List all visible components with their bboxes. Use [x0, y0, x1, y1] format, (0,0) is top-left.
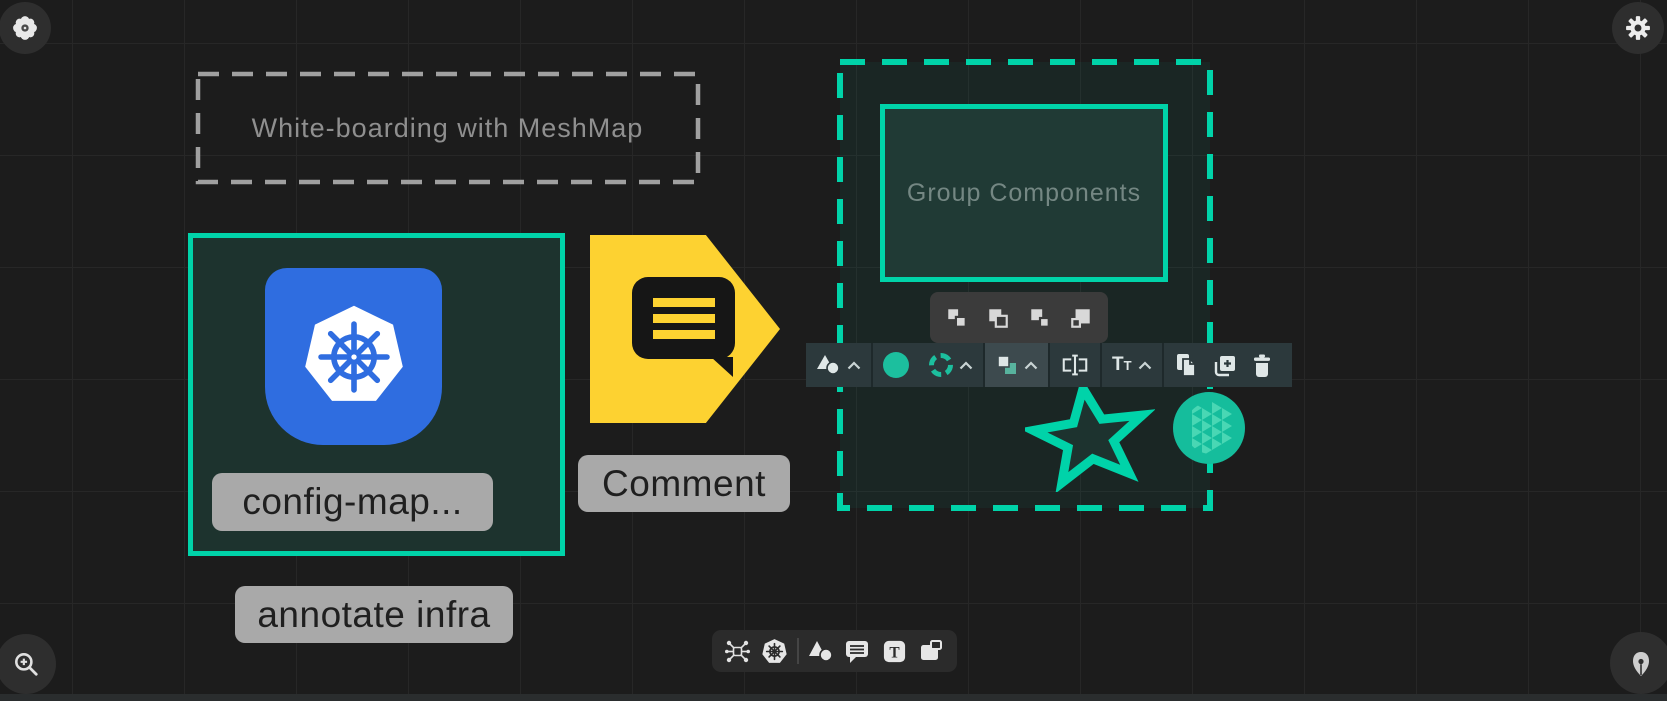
- text-style-section: T T: [1100, 343, 1162, 387]
- style-section: [871, 343, 983, 387]
- gear-icon: [1625, 15, 1651, 41]
- delete-button[interactable]: [1251, 353, 1273, 378]
- dock-separator: [797, 638, 799, 664]
- zoom-in-icon: [12, 650, 40, 678]
- ungroup-icon: [986, 306, 1010, 330]
- meshery-logo-icon: [12, 15, 38, 41]
- bring-forward-icon: [1028, 306, 1052, 330]
- kubernetes-wheel-icon: [761, 638, 788, 665]
- chevron-up-icon: [1024, 361, 1038, 370]
- send-backward-icon: [1069, 306, 1093, 330]
- horizontal-scrollbar[interactable]: [0, 694, 1667, 701]
- mesh-sync-button[interactable]: [723, 636, 753, 666]
- chevron-up-icon: [1138, 361, 1152, 370]
- star-shape[interactable]: [1025, 380, 1155, 492]
- annotation-text: annotate infra: [257, 594, 490, 636]
- resize-width-icon: [1060, 350, 1090, 380]
- chevron-up-icon: [959, 361, 973, 370]
- text-style-large-letter: T: [1112, 354, 1124, 376]
- text-tool-icon: T: [882, 639, 907, 664]
- settings-button[interactable]: [1612, 2, 1664, 54]
- group-button[interactable]: [942, 303, 972, 333]
- shape-picker-button[interactable]: [816, 354, 861, 376]
- group-arrange-button[interactable]: [995, 353, 1038, 377]
- zoom-button[interactable]: [0, 634, 56, 694]
- comment-node[interactable]: [590, 235, 780, 423]
- copy-icon: [1174, 352, 1198, 378]
- speech-bubble-icon: [632, 277, 735, 359]
- group-components-label: Group Components: [907, 179, 1141, 208]
- whiteboard-note[interactable]: White-boarding with MeshMap: [197, 73, 698, 183]
- shape-picker-section: [806, 343, 871, 387]
- group-icon: [945, 306, 969, 330]
- pen-nib-icon: [1627, 648, 1655, 678]
- comment-tool-icon: [844, 638, 870, 664]
- text-style-button[interactable]: T T: [1112, 354, 1132, 376]
- mesh-sync-icon: [724, 638, 751, 665]
- kubernetes-tool-button[interactable]: [760, 636, 790, 666]
- selection-toolbar: T T: [806, 343, 1292, 387]
- group-squares-icon: [995, 353, 1019, 377]
- meshery-menu-button[interactable]: [0, 2, 51, 54]
- whiteboard-note-label: White-boarding with MeshMap: [252, 113, 644, 144]
- send-backward-button[interactable]: [1066, 303, 1096, 333]
- edit-section: [1162, 343, 1283, 387]
- tool-dock: T: [712, 630, 957, 672]
- kubernetes-icon: [293, 296, 415, 418]
- copy-button[interactable]: [1174, 352, 1198, 378]
- shapes-tool-button[interactable]: [806, 636, 836, 666]
- kubernetes-node-name-label[interactable]: config-map...: [212, 473, 493, 531]
- chevron-up-icon: [847, 361, 861, 370]
- text-tool-letter: T: [889, 644, 900, 661]
- meshery-circle-shape[interactable]: [1172, 391, 1246, 465]
- comment-node-name-text: Comment: [602, 463, 766, 505]
- shapes-icon: [816, 354, 842, 376]
- shapes-icon: [808, 639, 834, 663]
- stroke-style-button[interactable]: [929, 353, 953, 377]
- group-arrange-section: [983, 343, 1048, 387]
- kubernetes-node-name-text: config-map...: [242, 481, 462, 523]
- meshery-triangles-icon: [1173, 392, 1245, 464]
- group-components-box[interactable]: Group Components: [880, 104, 1168, 282]
- comment-tool-button[interactable]: [842, 636, 872, 666]
- trash-icon: [1251, 353, 1273, 378]
- star-outline-icon: [1028, 381, 1150, 486]
- duplicate-add-button[interactable]: [1212, 353, 1237, 378]
- note-tool-button[interactable]: [916, 636, 946, 666]
- whiteboard-canvas[interactable]: White-boarding with MeshMap: [0, 0, 1667, 701]
- resize-width-button[interactable]: [1060, 350, 1090, 380]
- arrange-popup: [930, 292, 1108, 343]
- pen-button[interactable]: [1610, 632, 1667, 694]
- fill-color-button[interactable]: [883, 352, 909, 378]
- annotation-label[interactable]: annotate infra: [235, 586, 513, 643]
- text-style-small-letter: T: [1124, 358, 1132, 373]
- add-copy-icon: [1212, 353, 1237, 378]
- note-tool-icon: [918, 638, 944, 664]
- bring-forward-button[interactable]: [1025, 303, 1055, 333]
- kubernetes-node-shape[interactable]: [265, 268, 442, 445]
- ungroup-button[interactable]: [983, 303, 1013, 333]
- resize-section: [1048, 343, 1100, 387]
- comment-node-name-label[interactable]: Comment: [578, 455, 790, 512]
- text-tool-button[interactable]: T: [879, 636, 909, 666]
